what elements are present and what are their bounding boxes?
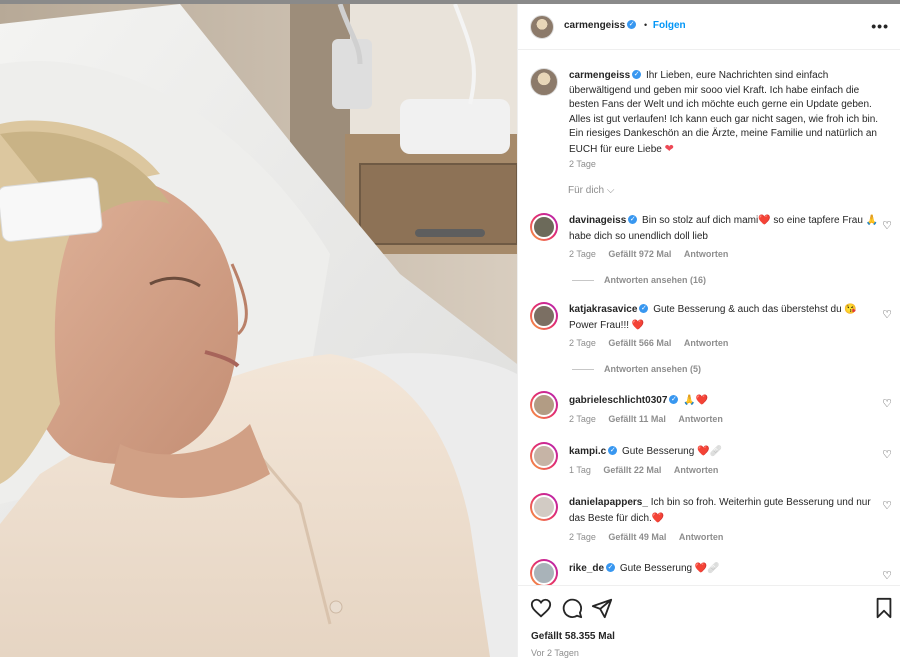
verified-badge-icon: ✓ <box>632 70 642 80</box>
comment-likes[interactable]: Gefällt 22 Mal <box>603 465 661 475</box>
separator-dot: • <box>643 20 648 30</box>
replies-divider <box>572 369 594 371</box>
comment-likes[interactable]: Gefällt 11 Mal <box>608 414 666 424</box>
post-side-panel: carmengeiss ✓ • Folgen ••• carmengeiss ✓ I… <box>517 4 900 658</box>
comment-meta: 2 Tage Gefällt 11 Mal Antworten <box>569 414 733 424</box>
comment-likes[interactable]: Gefällt 566 Mal <box>608 338 671 348</box>
heart-outline-icon[interactable]: ♡ <box>882 397 892 410</box>
heart-outline-icon[interactable]: ♡ <box>882 308 892 321</box>
commenter-avatar[interactable] <box>530 559 558 585</box>
commenter-avatar[interactable] <box>530 442 558 470</box>
comment-likes[interactable]: Gefällt 972 Mal <box>608 249 671 259</box>
caption-avatar[interactable] <box>530 68 558 96</box>
comment-text: 🙏❤️ <box>683 395 709 406</box>
heart-emoji: ❤ <box>664 142 674 155</box>
heart-outline-icon[interactable]: ♡ <box>882 448 892 461</box>
commenter-username[interactable]: danielapappers_ <box>569 497 648 508</box>
comment-meta: 2 Tage Gefällt 566 Mal Antworten <box>569 338 738 348</box>
bookmark-icon[interactable] <box>873 597 895 619</box>
heart-outline-icon[interactable]: ♡ <box>882 219 892 232</box>
verified-badge-icon: ✓ <box>627 20 637 30</box>
post-actions-bar: Gefällt 58.355 Mal Vor 2 Tagen <box>518 585 900 658</box>
comment-text: Gute Besserung ❤️🩹 <box>619 563 720 574</box>
caption-time: 2 Tage <box>569 159 596 169</box>
post-photo <box>0 4 517 657</box>
verified-badge-icon: ✓ <box>639 304 649 314</box>
comment-item: gabrieleschlicht0307 ✓ 🙏❤️ ♡ 2 Tage Gefäl… <box>518 391 900 439</box>
comment-meta: 2 Tage Gefällt 49 Mal Antworten <box>569 532 733 542</box>
commenter-username[interactable]: davinageiss <box>569 215 626 226</box>
comment-meta: 2 Tage Gefällt 972 Mal Antworten <box>569 249 738 259</box>
verified-badge-icon: ✓ <box>606 563 616 573</box>
reply-button[interactable]: Antworten <box>674 465 719 475</box>
three-dots-icon[interactable]: ••• <box>871 18 889 34</box>
paper-plane-icon[interactable] <box>591 597 613 619</box>
comment-body: katjakrasavice ✓ Gute Besserung & auch da… <box>569 302 879 333</box>
comment-likes[interactable]: Gefällt 49 Mal <box>608 532 666 542</box>
commenter-avatar[interactable] <box>530 302 558 330</box>
comment-item: rike_de ✓ Gute Besserung ❤️🩹 ♡ <box>518 559 900 585</box>
reply-button[interactable]: Antworten <box>684 338 729 348</box>
for-you-filter[interactable]: Für dich ⌵ <box>568 185 615 196</box>
comment-body: danielapappers_ Ich bin so froh. Weiterh… <box>569 495 879 526</box>
chevron-down-icon: ⌵ <box>606 185 615 196</box>
replies-divider <box>572 280 594 282</box>
heart-outline-icon[interactable]: ♡ <box>882 499 892 512</box>
commenter-username[interactable]: gabrieleschlicht0307 <box>569 395 667 406</box>
comments-scroll-area[interactable]: carmengeiss ✓ Ihr Lieben, eure Nachrichte… <box>518 51 900 585</box>
comment-time: 2 Tage <box>569 338 596 348</box>
comment-body: davinageiss ✓ Bin so stolz auf dich mami❤… <box>569 213 879 244</box>
commenter-avatar[interactable] <box>530 213 558 241</box>
instagram-post-window: carmengeiss ✓ • Folgen ••• carmengeiss ✓ I… <box>0 0 900 658</box>
caption-username[interactable]: carmengeiss <box>569 70 630 81</box>
follow-button[interactable]: Folgen <box>653 20 686 31</box>
verified-badge-icon: ✓ <box>608 446 618 456</box>
verified-badge-icon: ✓ <box>628 215 638 225</box>
author-username[interactable]: carmengeiss <box>564 20 625 31</box>
reply-button[interactable]: Antworten <box>678 414 723 424</box>
comment-time: 2 Tage <box>569 532 596 542</box>
heart-outline-icon[interactable]: ♡ <box>882 569 892 582</box>
view-replies-button[interactable]: Antworten ansehen (5) <box>572 364 701 374</box>
author-line: carmengeiss ✓ • Folgen <box>564 20 686 31</box>
commenter-username[interactable]: kampi.c <box>569 446 606 457</box>
comment-body: kampi.c ✓ Gute Besserung ❤️🩹 <box>569 444 879 460</box>
comment-time: 1 Tag <box>569 465 591 475</box>
commenter-avatar[interactable] <box>530 493 558 521</box>
comment-body: rike_de ✓ Gute Besserung ❤️🩹 <box>569 561 879 577</box>
reply-button[interactable]: Antworten <box>679 532 724 542</box>
post-header: carmengeiss ✓ • Folgen ••• <box>518 4 900 50</box>
author-avatar[interactable] <box>530 15 554 39</box>
post-caption: carmengeiss ✓ Ihr Lieben, eure Nachrichte… <box>569 69 887 158</box>
verified-badge-icon: ✓ <box>669 395 679 405</box>
post-likes-count[interactable]: Gefällt 58.355 Mal <box>531 631 615 642</box>
comment-time: 2 Tage <box>569 414 596 424</box>
speech-bubble-icon[interactable] <box>561 597 583 619</box>
commenter-username[interactable]: katjakrasavice <box>569 304 637 315</box>
view-replies-label: Antworten ansehen (5) <box>604 364 702 374</box>
comment-body: gabrieleschlicht0307 ✓ 🙏❤️ <box>569 393 879 409</box>
commenter-username[interactable]: rike_de <box>569 563 604 574</box>
reply-button[interactable]: Antworten <box>684 249 729 259</box>
comment-item: danielapappers_ Ich bin so froh. Weiterh… <box>518 493 900 553</box>
caption-text: Ihr Lieben, eure Nachrichten sind einfac… <box>569 70 879 155</box>
for-you-label: Für dich <box>568 185 605 196</box>
comment-time: 2 Tage <box>569 249 596 259</box>
commenter-avatar[interactable] <box>530 391 558 419</box>
comment-text: Gute Besserung ❤️🩹 <box>622 446 722 457</box>
view-replies-button[interactable]: Antworten ansehen (16) <box>572 275 706 285</box>
comment-meta: 1 Tag Gefällt 22 Mal Antworten <box>569 465 728 475</box>
view-replies-label: Antworten ansehen (16) <box>604 275 707 285</box>
comment-item: kampi.c ✓ Gute Besserung ❤️🩹 ♡ 1 Tag Gefä… <box>518 442 900 490</box>
heart-outline-icon[interactable] <box>530 597 552 619</box>
